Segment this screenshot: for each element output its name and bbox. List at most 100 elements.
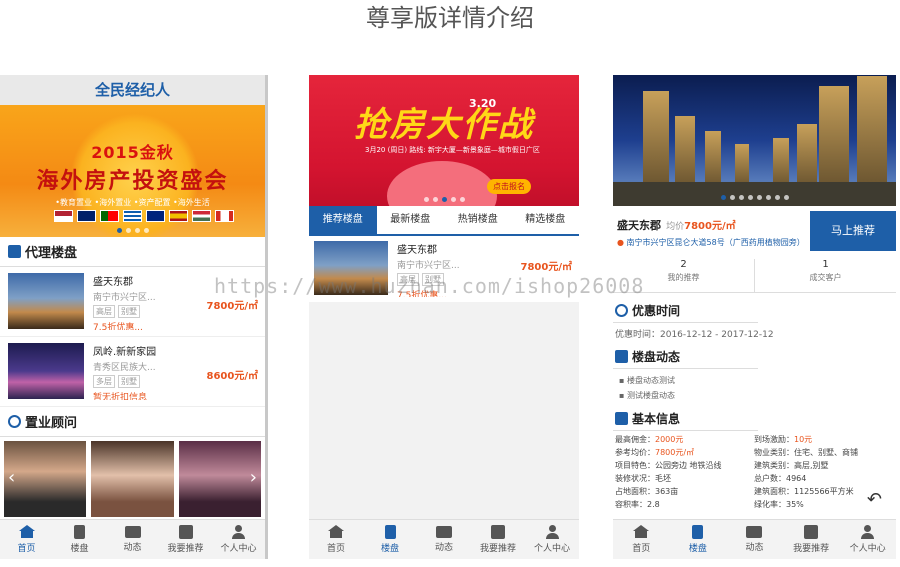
info-value: 公园旁边 地铁沿线 [655,461,722,470]
pagination-dot[interactable] [134,228,140,233]
chevron-right-icon[interactable]: › [250,467,257,488]
tab-featured[interactable]: 精选楼盘 [512,206,580,234]
tab-hot[interactable]: 热销楼盘 [444,206,512,234]
info-field: 占地面积：363亩 [615,486,754,497]
advisor-photo[interactable] [178,441,261,517]
stat-deals[interactable]: 1 成交客户 [754,259,896,292]
event-banner[interactable]: 抢房大作战 3.20 3月20 (周日) 路线: 新宇大厦—新景象庭—城市假日广… [309,75,579,206]
section-title-discount: 优惠时间 [613,299,758,323]
tab-news[interactable]: 动态 [726,520,783,559]
tab-home[interactable]: 首页 [309,520,363,559]
news-item[interactable]: ▪ 测试楼盘动态 [613,388,896,403]
tab-label: 楼盘 [70,544,89,554]
tab-profile[interactable]: 个人中心 [212,520,265,559]
news-item[interactable]: ▪ 楼盘动态测试 [613,373,896,388]
info-field: 建筑类别：高层,别墅 [754,460,895,471]
pagination-dot[interactable] [774,195,780,200]
tab-home[interactable]: 首页 [0,520,53,559]
pagination-dot[interactable] [783,195,789,200]
banner-pagination[interactable] [0,228,265,233]
info-field: 物业类别：住宅、别墅、商铺 [754,447,895,458]
home-banner[interactable]: 2015金秋 海外房产投资盛会 •教育置业 •海外置业 •资产配置 •海外生活 [0,105,265,237]
tab-label: 楼盘 [688,544,707,554]
pagination-dot[interactable] [756,195,762,200]
info-value: 高层,别墅 [794,461,829,470]
pagination-dot[interactable] [459,197,465,202]
uk-flag-icon [77,210,96,222]
pagination-dot[interactable] [441,197,447,202]
pagination-dot[interactable] [738,195,744,200]
property-list-item[interactable]: 盛天东郡 南宁市兴宁区... 高层 别墅 7.5折优惠... 7800元/㎡ [309,236,579,302]
advisor-photo[interactable] [4,441,87,517]
pagination-dot[interactable] [432,197,438,202]
road-graphic [613,182,896,206]
property-name: 盛天东郡 [93,277,133,288]
info-value: 1125566平方米 [794,487,854,496]
tab-recommend[interactable]: 我要推荐 [159,520,212,559]
stat-my-recommend[interactable]: 2 我的推荐 [613,259,754,292]
tab-recommended[interactable]: 推荐楼盘 [309,206,377,234]
pagination-dot[interactable] [116,228,122,233]
pagination-dot[interactable] [765,195,771,200]
banner-line2: 海外房产投资盛会 [36,169,229,194]
info-label: 到场激励： [754,435,794,444]
tab-label: 楼盘 [380,544,399,554]
advisor-carousel[interactable]: ‹ › [0,437,265,517]
discount-time: 优惠时间：2016-12-12 - 2017-12-12 [615,330,774,340]
pagination-dot[interactable] [423,197,429,202]
info-field: 容积率：2.8 [615,499,754,510]
tab-news[interactable]: 动态 [106,520,159,559]
tab-label: 首页 [326,544,345,554]
tab-label: 我要推荐 [479,544,516,554]
recommend-now-button[interactable]: 马上推荐 [810,211,896,251]
address-text: 南宁市兴宁区昆仑大道58号（广西药用植物园旁） [626,238,805,247]
stat-label: 成交客户 [809,273,842,282]
event-date-line: 3月20 (周日) 路线: 新宇大厦—新景象庭—城市假日广区 [365,146,540,154]
stat-label: 我的推荐 [667,273,700,282]
info-label: 占地面积： [615,487,655,496]
app-header: 全民经纪人 [0,75,265,105]
property-list-item[interactable]: 凤岭.新新家园 青秀区民族大... 多层 别墅 暂无折扣信息 8600元/㎡ [0,337,265,407]
property-thumbnail [314,241,388,295]
pagination-dot[interactable] [747,195,753,200]
tab-recommend[interactable]: 我要推荐 [471,520,525,559]
tab-profile[interactable]: 个人中心 [839,520,896,559]
avg-price: 7800元/㎡ [684,221,736,232]
tab-recommend[interactable]: 我要推荐 [783,520,840,559]
advisor-photo[interactable] [91,441,174,517]
property-name: 盛天东郡 [397,245,437,256]
chat-icon [124,526,141,538]
pagination-dot[interactable] [729,195,735,200]
tab-profile[interactable]: 个人中心 [525,520,579,559]
property-list-item[interactable]: 盛天东郡 南宁市兴宁区... 高层 别墅 7.5折优惠... 7800元/㎡ [0,267,265,337]
chevron-left-icon[interactable]: ‹ [8,467,15,488]
discount-section: 优惠时间 优惠时间：2016-12-12 - 2017-12-12 [613,299,896,344]
pagination-dot[interactable] [450,197,456,202]
pagination-dot[interactable] [720,195,726,200]
info-field: 项目特色：公园旁边 地铁沿线 [615,460,754,471]
tab-home[interactable]: 首页 [613,520,670,559]
chat-icon [746,526,763,538]
pagination-dot[interactable] [125,228,131,233]
tab-buildings[interactable]: 楼盘 [670,520,727,559]
back-arrow-icon[interactable]: ↶ [867,489,882,510]
building-icon [384,525,396,539]
page-title: 尊享版详情介绍 [366,4,534,32]
section-title-text: 基本信息 [632,412,681,426]
event-title: 抢房大作战 [354,105,534,145]
tab-buildings[interactable]: 楼盘 [53,520,106,559]
tab-newest[interactable]: 最新楼盘 [377,206,445,234]
banner-pagination[interactable] [309,197,579,202]
tower-graphic [675,116,695,186]
tab-news[interactable]: 动态 [417,520,471,559]
signup-button[interactable]: 点击报名 [487,179,531,194]
document-icon [615,412,628,425]
info-label: 建筑类别： [754,461,794,470]
building-photo-banner[interactable] [613,75,896,206]
property-promo: 7.5折优惠... [93,323,143,330]
section-title-news: 楼盘动态 [613,345,758,369]
pagination-dot[interactable] [143,228,149,233]
property-thumbnail [8,273,84,329]
tab-buildings[interactable]: 楼盘 [363,520,417,559]
banner-pagination[interactable] [613,195,896,200]
